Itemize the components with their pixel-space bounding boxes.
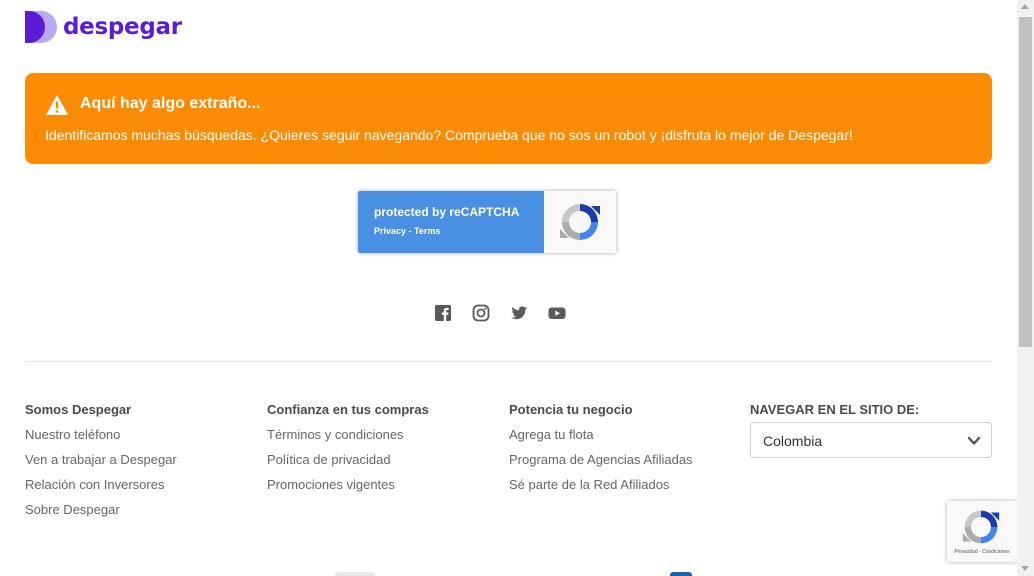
footer-link[interactable]: Sobre Despegar: [25, 502, 177, 527]
footer-link[interactable]: Ven a trabajar a Despegar: [25, 452, 177, 477]
alert-title: Aquí hay algo extraño...: [80, 95, 261, 112]
footer-column-negocio: Potencia tu negocio Agrega tu flota Prog…: [509, 402, 693, 502]
footer-link[interactable]: Agrega tu flota: [509, 427, 693, 452]
youtube-icon[interactable]: [548, 304, 566, 322]
country-select-label: NAVEGAR EN EL SITIO DE:: [750, 402, 920, 417]
recaptcha-privacy-link[interactable]: Privacy: [374, 226, 406, 236]
footer-link[interactable]: Relación con Inversores: [25, 477, 177, 502]
recaptcha-title: protected by reCAPTCHA: [374, 205, 520, 219]
recaptcha-floating-links[interactable]: Privacidad - Condiciones: [947, 549, 1017, 555]
recaptcha-label-panel: protected by reCAPTCHA Privacy - Terms: [358, 191, 544, 253]
recaptcha-logo-icon: [962, 510, 1000, 544]
recaptcha-badge: protected by reCAPTCHA Privacy - Terms: [358, 191, 616, 253]
recaptcha-separator: -: [406, 226, 415, 236]
footer-link[interactable]: Sé parte de la Red Afiliados: [509, 477, 693, 502]
footer-link[interactable]: Programa de Agencias Afiliadas: [509, 452, 693, 477]
scroll-thumb[interactable]: [1019, 17, 1032, 347]
recaptcha-logo-panel: [544, 191, 616, 253]
chevron-down-icon: [967, 436, 981, 445]
recaptcha-terms-link[interactable]: Terms: [414, 226, 440, 236]
scroll-down-arrow-icon[interactable]: [1021, 566, 1029, 571]
facebook-icon[interactable]: [434, 304, 452, 322]
logo-mark-icon: [25, 11, 57, 43]
footer-link[interactable]: Política de privacidad: [267, 452, 429, 477]
footer-column-title: Potencia tu negocio: [509, 402, 633, 417]
footer-column-title: Confianza en tus compras: [267, 402, 429, 417]
scroll-up-arrow-icon[interactable]: [1021, 4, 1029, 9]
instagram-icon[interactable]: [472, 304, 490, 322]
country-select-value: Colombia: [763, 433, 823, 449]
vertical-scrollbar[interactable]: [1017, 0, 1034, 576]
recaptcha-links: Privacy - Terms: [374, 226, 440, 236]
partial-logo-footer: [670, 572, 692, 576]
logo-text: despegar: [63, 14, 182, 40]
footer-divider: [25, 361, 992, 362]
social-links: [434, 304, 566, 322]
partial-logo-footer: [335, 572, 375, 576]
alert-message: Identificamos muchas búsquedas. ¿Quieres…: [45, 127, 853, 143]
recaptcha-logo-icon: [560, 204, 600, 240]
twitter-icon[interactable]: [510, 304, 528, 322]
footer-link[interactable]: Promociones vigentes: [267, 477, 429, 502]
footer-column-somos-despegar: Somos Despegar Nuestro teléfono Ven a tr…: [25, 402, 177, 527]
footer-column-confianza: Confianza en tus compras Términos y cond…: [267, 402, 429, 502]
warning-icon: [46, 95, 68, 115]
page: despegar Aquí hay algo extraño... Identi…: [0, 0, 1017, 576]
footer-link[interactable]: Nuestro teléfono: [25, 427, 177, 452]
recaptcha-floating-badge[interactable]: Privacidad - Condiciones: [947, 501, 1017, 562]
despegar-logo[interactable]: despegar: [25, 11, 182, 43]
country-select[interactable]: Colombia: [750, 422, 992, 458]
warning-alert: Aquí hay algo extraño... Identificamos m…: [25, 73, 992, 164]
footer-column-title: Somos Despegar: [25, 402, 132, 417]
footer-link[interactable]: Términos y condiciones: [267, 427, 429, 452]
